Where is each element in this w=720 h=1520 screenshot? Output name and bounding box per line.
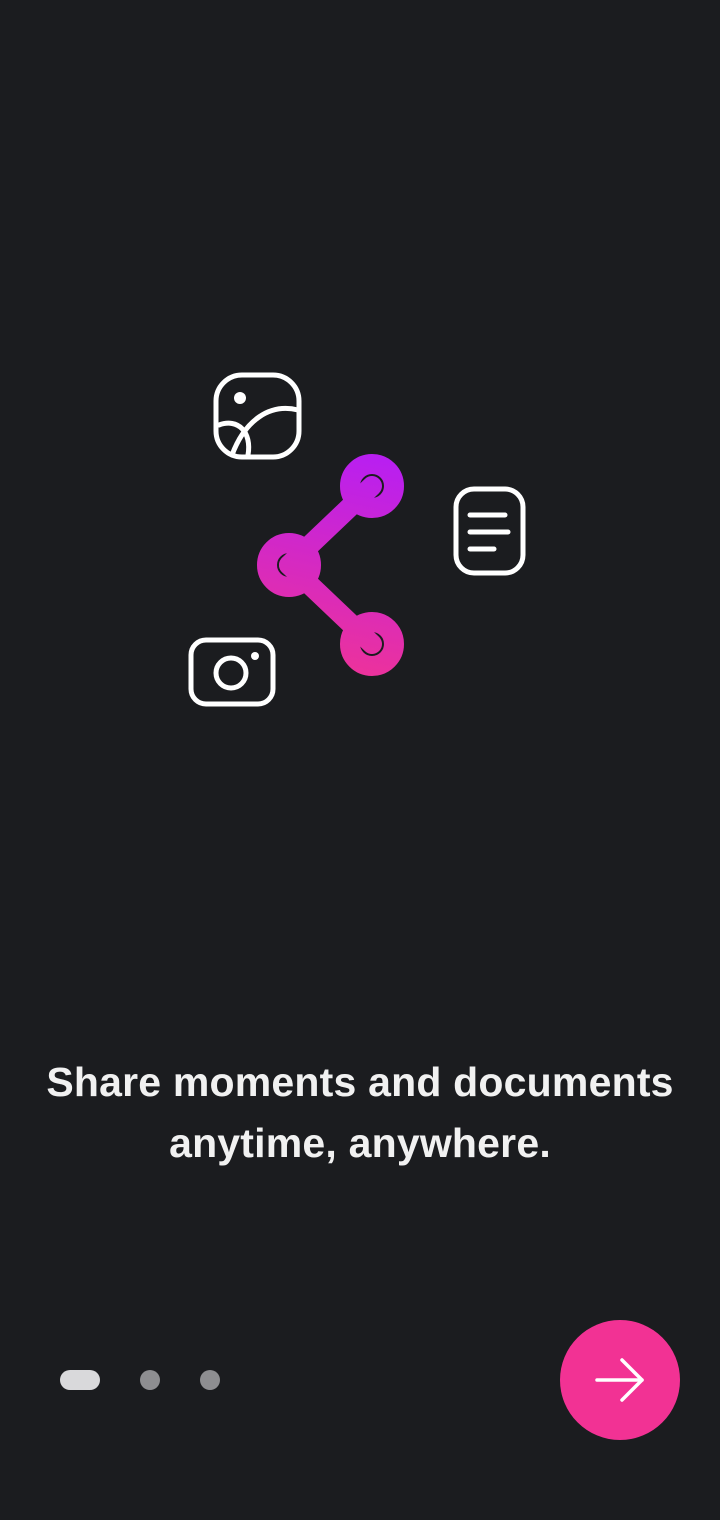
- page-indicator-dot-1-active[interactable]: [60, 1370, 100, 1390]
- share-illustration: [188, 372, 526, 707]
- next-button[interactable]: [560, 1320, 680, 1440]
- headline-line-1: Share moments and documents: [46, 1059, 674, 1105]
- document-icon: [453, 486, 526, 576]
- share-icon: [257, 454, 404, 676]
- page-indicator-dot-3[interactable]: [200, 1370, 220, 1390]
- onboarding-screen: Share moments and documents anytime, any…: [0, 0, 720, 1520]
- camera-icon: [188, 637, 276, 707]
- headline-line-2: anytime, anywhere.: [169, 1120, 551, 1166]
- onboarding-headline: Share moments and documents anytime, any…: [30, 1052, 690, 1174]
- page-indicator-dot-2[interactable]: [140, 1370, 160, 1390]
- gallery-icon: [213, 372, 302, 460]
- arrow-right-icon: [595, 1358, 644, 1402]
